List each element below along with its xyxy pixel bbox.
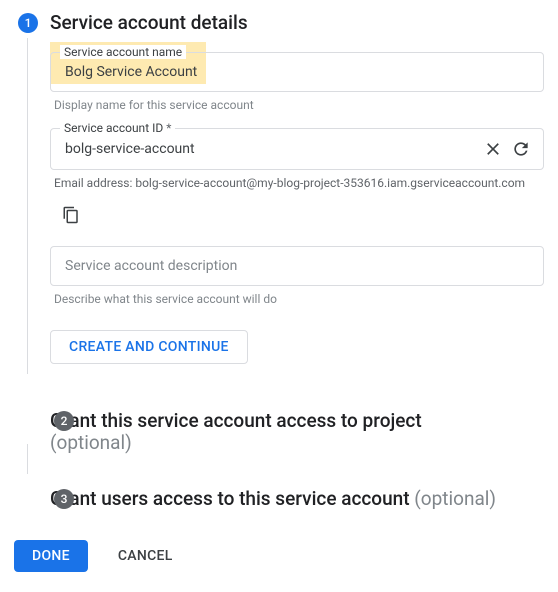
account-desc-hint: Describe what this service account will … xyxy=(54,292,544,306)
step-1-badge: 1 xyxy=(18,13,38,33)
step-3-badge: 3 xyxy=(54,489,74,509)
create-and-continue-button[interactable]: CREATE AND CONTINUE xyxy=(50,330,248,364)
step-2-optional: (optional) xyxy=(50,431,132,454)
account-desc-input-wrap[interactable] xyxy=(50,246,544,286)
account-desc-input[interactable] xyxy=(63,257,531,275)
account-name-label: Service account name xyxy=(60,45,186,59)
step-2-badge: 2 xyxy=(54,411,74,431)
cancel-button[interactable]: CANCEL xyxy=(100,540,191,572)
account-name-field: Service account name xyxy=(50,52,544,92)
account-name-input[interactable] xyxy=(63,63,531,81)
step-1-title: Service account details xyxy=(50,12,544,34)
footer-actions: DONE CANCEL xyxy=(14,540,544,572)
step-2-title: Grant this service account access to pro… xyxy=(50,410,544,454)
step-3: 3 Grant users access to this service acc… xyxy=(50,488,544,510)
account-name-hint: Display name for this service account xyxy=(54,98,544,112)
refresh-icon[interactable] xyxy=(511,139,531,159)
email-address-text: Email address: bolg-service-account@my-b… xyxy=(54,176,544,190)
account-desc-field xyxy=(50,246,544,286)
account-id-label: Service account ID * xyxy=(60,121,175,135)
step-3-optional: (optional) xyxy=(414,487,496,510)
copy-icon[interactable] xyxy=(62,206,80,224)
step-1: 1 Service account details Service accoun… xyxy=(50,12,544,364)
step-2: 2 Grant this service account access to p… xyxy=(50,410,544,454)
step-3-title: Grant users access to this service accou… xyxy=(50,488,544,510)
clear-icon[interactable] xyxy=(483,139,503,159)
account-id-field: Service account ID * xyxy=(50,128,544,170)
account-id-input[interactable] xyxy=(63,140,475,158)
done-button[interactable]: DONE xyxy=(14,540,88,572)
